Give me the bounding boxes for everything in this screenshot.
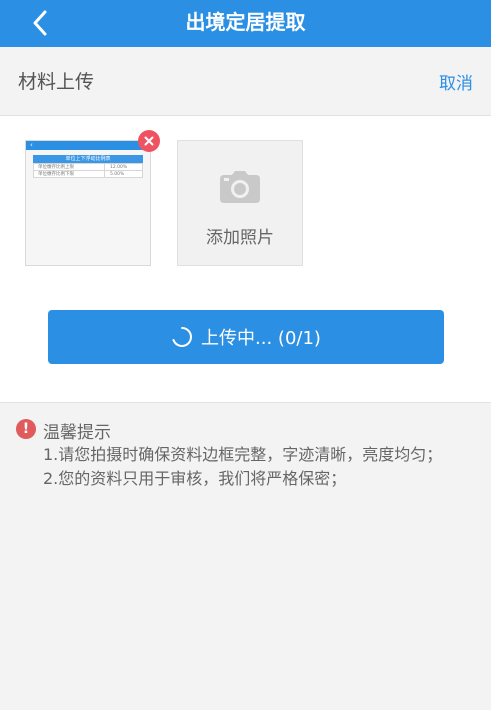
thumbnail-mini-title: 单位上下浮动比例表 xyxy=(33,155,143,163)
top-bar: 出境定居提取 xyxy=(0,0,491,47)
tips-title: 温馨提示 xyxy=(43,423,111,443)
thumbnail-mini-back-icon: ‹ xyxy=(30,141,33,149)
uploaded-image-thumbnail[interactable]: ‹ 单位上下浮动比例表 单位缴存比例上限 12.00% 单位缴存比例下限 5.0… xyxy=(25,130,160,266)
add-photo-button[interactable]: 添加照片 xyxy=(177,140,303,266)
thumbnail-row-name: 单位缴存比例下限 xyxy=(38,172,74,177)
camera-icon xyxy=(220,171,260,203)
remove-image-button[interactable] xyxy=(138,130,160,152)
upload-panel: ‹ 单位上下浮动比例表 单位缴存比例上限 12.00% 单位缴存比例下限 5.0… xyxy=(0,116,491,403)
upload-button[interactable]: 上传中... (0/1) xyxy=(48,310,444,364)
warning-icon: ! xyxy=(16,419,36,439)
close-icon xyxy=(144,136,154,146)
add-photo-label: 添加照片 xyxy=(206,228,274,248)
thumbnail-mini-row: 单位缴存比例下限 5.00% xyxy=(33,170,143,178)
tip-item: 2.您的资料只用于审核，我们将严格保密； xyxy=(43,469,347,488)
tip-item: 1.请您拍摄时确保资料边框完整，字迹清晰，亮度均匀； xyxy=(43,445,443,464)
tips-header: ! 温馨提示 xyxy=(16,418,476,443)
upload-button-label: 上传中... (0/1) xyxy=(201,328,321,349)
loading-spinner-icon xyxy=(172,327,193,347)
page-title: 出境定居提取 xyxy=(185,10,306,34)
tips-section: ! 温馨提示 1.请您拍摄时确保资料边框完整，字迹清晰，亮度均匀； 2.您的资料… xyxy=(16,418,476,490)
thumbnail-preview: ‹ 单位上下浮动比例表 单位缴存比例上限 12.00% 单位缴存比例下限 5.0… xyxy=(26,141,150,265)
cancel-button[interactable]: 取消 xyxy=(439,69,473,94)
section-title: 材料上传 xyxy=(18,71,95,93)
section-header: 材料上传 取消 xyxy=(0,47,491,116)
thumbnail-row-value: 5.00% xyxy=(110,172,125,177)
thumbnail-mini-header: ‹ xyxy=(26,141,150,150)
